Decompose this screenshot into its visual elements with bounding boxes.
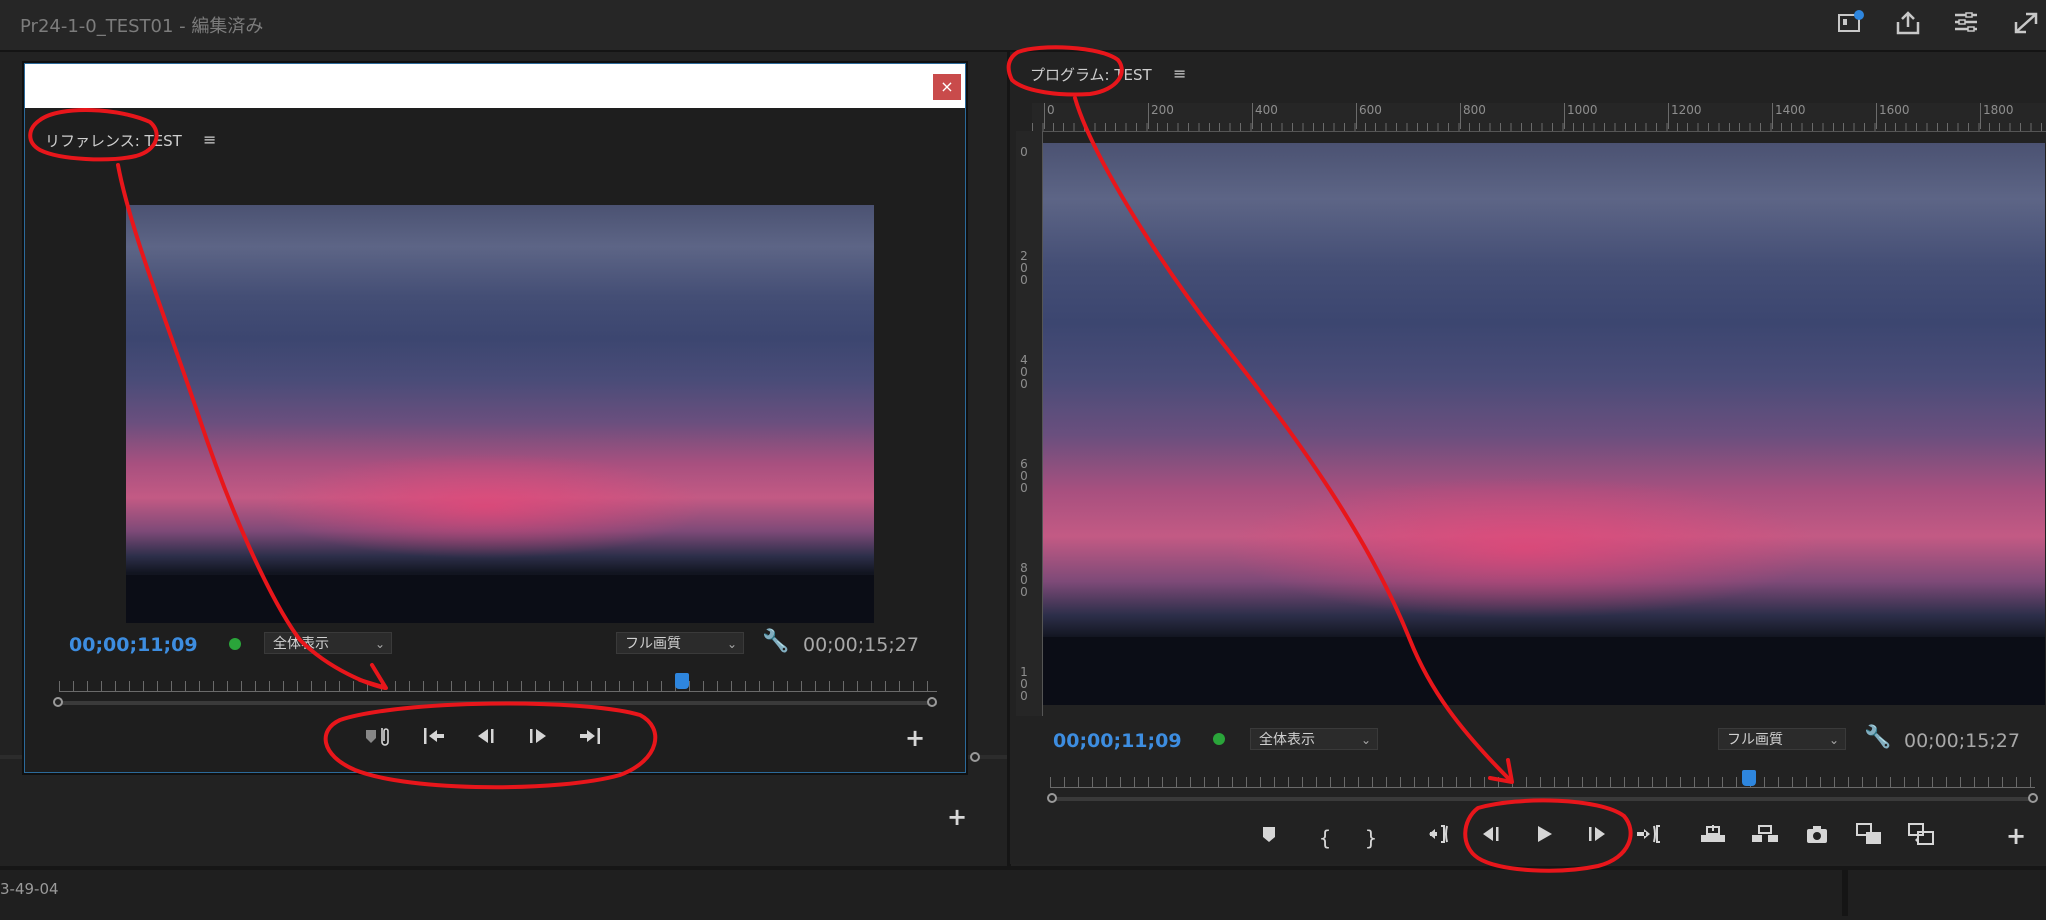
ruler-label: 400 [1020, 353, 1028, 391]
chevron-down-icon: ⌄ [726, 637, 737, 651]
chevron-down-icon: ⌄ [374, 637, 385, 651]
ruler-major-tick [1876, 103, 1877, 129]
chevron-down-icon: ⌄ [1360, 733, 1371, 747]
add-button[interactable]: + [905, 724, 925, 752]
step-back-edit-icon[interactable] [417, 724, 451, 756]
quality-dropdown-value: フル画質 [1727, 732, 1783, 748]
zoom-dropdown-value: 全体表示 [273, 636, 329, 652]
step-forward-edit-icon[interactable] [573, 724, 607, 756]
source-scroll-knob[interactable] [970, 752, 980, 762]
program-video-frame [1043, 143, 2045, 705]
current-timecode[interactable]: 00;00;11;09 [69, 634, 198, 656]
reference-video-frame [126, 205, 874, 623]
status-dot [1213, 733, 1225, 745]
quality-dropdown[interactable]: フル画質 ⌄ [1718, 728, 1846, 750]
go-to-in-icon[interactable] [1424, 822, 1458, 854]
zoom-scrollbar[interactable] [59, 701, 937, 705]
reference-monitor-window: × リファレンス: TEST ≡ 00;00;11;09 全体表示 ⌄ フル画質… [24, 63, 966, 773]
mark-in-icon[interactable]: { [1308, 822, 1342, 854]
ruler-label: 1000 [1567, 103, 1598, 117]
ruler-label: 100 [1020, 665, 1028, 703]
chevron-down-icon: ⌄ [1828, 733, 1839, 747]
step-back-frame-icon[interactable] [469, 724, 503, 756]
mark-out-icon[interactable]: } [1354, 822, 1388, 854]
zoom-dropdown[interactable]: 全体表示 ⌄ [264, 632, 392, 654]
ruler-label: 800 [1020, 561, 1028, 599]
add-marker-icon[interactable] [361, 724, 395, 756]
time-ruler[interactable] [59, 681, 937, 692]
wrench-icon[interactable]: 🔧 [1864, 725, 1891, 750]
ruler-label: 600 [1359, 103, 1382, 117]
add-marker-icon[interactable] [1252, 822, 1286, 854]
duration-timecode: 00;00;15;27 [803, 634, 919, 656]
ruler-label: 0 [1020, 145, 1028, 159]
workspaces-icon[interactable] [1950, 10, 1982, 38]
go-to-out-icon[interactable] [1632, 822, 1666, 854]
comparison-view-icon[interactable] [1852, 822, 1886, 854]
current-timecode[interactable]: 00;00;11;09 [1053, 730, 1182, 752]
ruler-major-tick [1252, 103, 1253, 129]
close-button[interactable]: × [933, 74, 961, 100]
status-dot [229, 638, 241, 650]
zoom-scrollbar[interactable] [1050, 797, 2035, 801]
add-button[interactable]: + [2006, 822, 2026, 850]
zoom-dropdown-value: 全体表示 [1259, 732, 1315, 748]
bottom-divider[interactable] [1842, 870, 1848, 916]
bottom-panel-text: 3-49-04 [0, 880, 59, 898]
lift-icon[interactable] [1696, 822, 1730, 854]
horizon-silhouette [1043, 637, 2045, 705]
ruler-label: 1600 [1879, 103, 1910, 117]
scroll-knob-left[interactable] [1047, 793, 1057, 803]
vertical-ruler [1016, 131, 1043, 716]
ruler-label: 600 [1020, 457, 1028, 495]
ruler-major-tick [1148, 103, 1149, 129]
ruler-label: 1800 [1983, 103, 2014, 117]
scroll-knob-right[interactable] [2028, 793, 2038, 803]
source-add-button[interactable]: + [947, 803, 967, 831]
window-title-bar[interactable] [25, 64, 965, 108]
bottom-panel [0, 866, 2046, 920]
scroll-knob-right[interactable] [927, 697, 937, 707]
app-title: Pr24-1-0_TEST01 - 編集済み [20, 16, 264, 37]
panel-menu-icon[interactable]: ≡ [203, 130, 216, 149]
ruler-label: 800 [1463, 103, 1486, 117]
ruler-label: 1200 [1671, 103, 1702, 117]
fullscreen-icon[interactable] [2010, 10, 2042, 38]
play-icon[interactable] [1527, 822, 1561, 854]
wrench-icon[interactable]: 🔧 [762, 629, 789, 654]
ruler-major-tick [1356, 103, 1357, 129]
ruler-major-tick [1772, 103, 1773, 129]
reference-panel-title[interactable]: リファレンス: TEST [45, 130, 182, 151]
quality-dropdown[interactable]: フル画質 ⌄ [616, 632, 744, 654]
playhead[interactable] [1742, 770, 1757, 786]
ruler-label: 200 [1020, 249, 1028, 287]
zoom-dropdown[interactable]: 全体表示 ⌄ [1250, 728, 1378, 750]
duration-timecode: 00;00;15;27 [1904, 730, 2020, 752]
export-frame-icon[interactable] [1800, 822, 1834, 854]
step-forward-frame-icon[interactable] [1580, 822, 1614, 854]
horizon-silhouette [126, 575, 874, 623]
program-panel-title[interactable]: プログラム: TEST [1030, 64, 1152, 85]
step-back-frame-icon[interactable] [1474, 822, 1508, 854]
time-ruler[interactable] [1050, 777, 2035, 788]
ruler-label: 1400 [1775, 103, 1806, 117]
ruler-label: 200 [1151, 103, 1174, 117]
quick-export-icon[interactable] [1834, 10, 1866, 38]
share-icon[interactable] [1892, 10, 1924, 38]
ruler-label: 400 [1255, 103, 1278, 117]
ruler-major-tick [1460, 103, 1461, 129]
step-forward-frame-icon[interactable] [521, 724, 555, 756]
extract-icon[interactable] [1748, 822, 1782, 854]
ruler-major-tick [1044, 103, 1045, 129]
toggle-proxy-icon[interactable] [1904, 822, 1938, 854]
ruler-major-tick [1668, 103, 1669, 129]
ruler-major-tick [1980, 103, 1981, 129]
quality-dropdown-value: フル画質 [625, 636, 681, 652]
ruler-major-tick [1564, 103, 1565, 129]
scroll-knob-left[interactable] [53, 697, 63, 707]
ruler-label: 0 [1047, 103, 1055, 117]
panel-menu-icon[interactable]: ≡ [1173, 64, 1186, 83]
playhead[interactable] [675, 673, 690, 689]
title-bar [0, 0, 2046, 52]
